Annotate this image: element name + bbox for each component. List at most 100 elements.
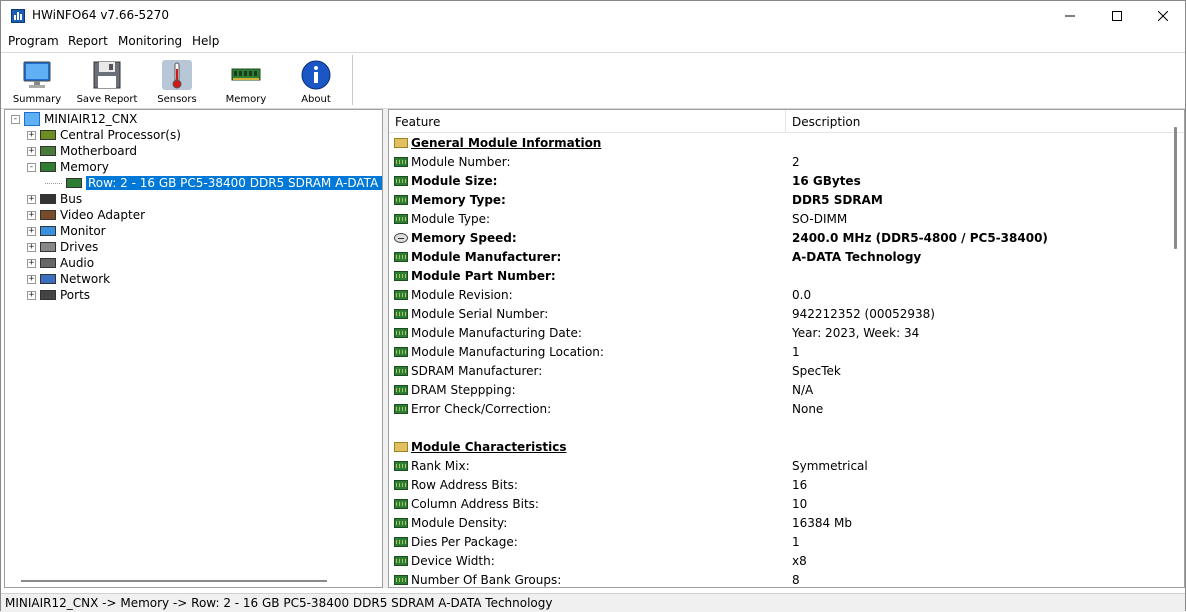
description-cell: 10 bbox=[792, 497, 808, 511]
about-button[interactable]: About bbox=[282, 57, 350, 105]
table-row[interactable]: Device Width: x8 bbox=[389, 552, 1169, 571]
table-row[interactable]: Module Serial Number: 942212352 (00052938… bbox=[389, 305, 1169, 324]
tree-node[interactable]: - Memory bbox=[27, 159, 109, 175]
table-row[interactable]: Module Number: 2 bbox=[389, 153, 1169, 172]
tree-node[interactable]: + Ports bbox=[27, 287, 90, 303]
details-list[interactable]: Feature Description General Module Infor… bbox=[388, 109, 1185, 588]
table-row[interactable]: Module Part Number: bbox=[389, 267, 1169, 286]
table-row[interactable]: Module Manufacturing Location: 1 bbox=[389, 343, 1169, 362]
feature-cell: Module Type: bbox=[411, 212, 491, 226]
sensors-label: Sensors bbox=[157, 94, 197, 105]
expand-icon[interactable]: + bbox=[27, 258, 36, 268]
memory-row-icon bbox=[394, 214, 408, 224]
table-row[interactable]: Module Density: 16384 Mb bbox=[389, 514, 1169, 533]
floppy-icon bbox=[93, 61, 121, 89]
table-row[interactable]: Module Manufacturer: A-DATA Technology bbox=[389, 248, 1169, 267]
tree-node[interactable]: + Video Adapter bbox=[27, 207, 145, 223]
feature-cell: Memory Speed: bbox=[411, 231, 517, 245]
feature-cell: Memory Type: bbox=[411, 193, 506, 207]
description-cell: A-DATA Technology bbox=[792, 250, 922, 264]
tree-node-label: Monitor bbox=[60, 224, 106, 238]
column-header-description[interactable]: Description bbox=[792, 115, 860, 129]
tree-node[interactable]: + Monitor bbox=[27, 223, 106, 239]
expand-icon[interactable]: + bbox=[27, 194, 36, 204]
menu-report[interactable]: Report bbox=[68, 34, 108, 48]
menu-help[interactable]: Help bbox=[192, 34, 219, 48]
description-cell: DDR5 SDRAM bbox=[792, 193, 883, 207]
column-divider[interactable] bbox=[785, 110, 786, 132]
tree-node-label: Drives bbox=[60, 240, 99, 254]
table-row[interactable]: Module Manufacturing Date: Year: 2023, We… bbox=[389, 324, 1169, 343]
expand-icon[interactable]: + bbox=[27, 210, 36, 220]
table-row[interactable]: Column Address Bits: 10 bbox=[389, 495, 1169, 514]
feature-cell: SDRAM Manufacturer: bbox=[411, 364, 543, 378]
expand-icon[interactable]: + bbox=[27, 274, 36, 284]
table-row[interactable]: Dies Per Package: 1 bbox=[389, 533, 1169, 552]
tree-node[interactable]: + Bus bbox=[27, 191, 82, 207]
column-header-feature[interactable]: Feature bbox=[395, 115, 440, 129]
summary-button[interactable]: Summary bbox=[3, 57, 71, 105]
memory-row-icon bbox=[394, 556, 408, 566]
info-icon bbox=[301, 60, 331, 90]
table-row[interactable]: Module Size: 16 GBytes bbox=[389, 172, 1169, 191]
maximize-button[interactable] bbox=[1094, 1, 1140, 31]
table-row[interactable]: Memory Type: DDR5 SDRAM bbox=[389, 191, 1169, 210]
feature-cell: General Module Information bbox=[411, 136, 602, 150]
feature-cell: Module Revision: bbox=[411, 288, 513, 302]
tree-root[interactable]: - MINIAIR12_CNX bbox=[11, 111, 137, 127]
table-row[interactable]: Number Of Bank Groups: 8 bbox=[389, 571, 1169, 587]
table-row[interactable]: Memory Speed: 2400.0 MHz (DDR5-4800 / PC5… bbox=[389, 229, 1169, 248]
description-cell: 1 bbox=[792, 535, 800, 549]
menu-monitoring[interactable]: Monitoring bbox=[118, 34, 182, 48]
description-cell: 1 bbox=[792, 345, 800, 359]
expand-icon[interactable]: + bbox=[27, 130, 36, 140]
tree-node[interactable]: + Drives bbox=[27, 239, 98, 255]
thermometer-icon bbox=[162, 60, 192, 90]
expand-icon[interactable]: + bbox=[27, 242, 36, 252]
description-cell: 2400.0 MHz (DDR5-4800 / PC5-38400) bbox=[792, 231, 1048, 245]
network-icon bbox=[40, 274, 56, 284]
port-icon bbox=[40, 290, 56, 300]
memory-row-icon bbox=[394, 404, 408, 414]
section-header[interactable]: General Module Information bbox=[389, 134, 1169, 153]
list-vertical-scrollbar[interactable] bbox=[1174, 127, 1177, 249]
memory-row-icon bbox=[394, 480, 408, 490]
tree-node[interactable]: + Motherboard bbox=[27, 143, 137, 159]
menu-program[interactable]: Program bbox=[8, 34, 59, 48]
close-button[interactable] bbox=[1140, 1, 1186, 31]
table-row[interactable] bbox=[389, 419, 1169, 438]
section-book-icon bbox=[394, 442, 408, 452]
save-report-button[interactable]: Save Report bbox=[73, 57, 141, 105]
collapse-icon[interactable]: - bbox=[27, 162, 36, 172]
table-row[interactable]: Error Check/Correction: None bbox=[389, 400, 1169, 419]
tree-node[interactable]: + Audio bbox=[27, 255, 94, 271]
memory-row-icon bbox=[394, 347, 408, 357]
memory-button[interactable]: Memory bbox=[212, 57, 280, 105]
table-row[interactable]: Module Revision: 0.0 bbox=[389, 286, 1169, 305]
table-row[interactable]: Row Address Bits: 16 bbox=[389, 476, 1169, 495]
feature-cell: Module Number: bbox=[411, 155, 511, 169]
memory-row-icon bbox=[394, 252, 408, 262]
sensors-button[interactable]: Sensors bbox=[143, 57, 211, 105]
feature-cell: Module Part Number: bbox=[411, 269, 556, 283]
section-header[interactable]: Module Characteristics bbox=[389, 438, 1169, 457]
tree-horizontal-scrollbar[interactable] bbox=[21, 580, 327, 582]
feature-cell: Module Manufacturing Location: bbox=[411, 345, 604, 359]
minimize-button[interactable] bbox=[1047, 1, 1093, 31]
expand-icon[interactable]: + bbox=[27, 146, 36, 156]
tree-node[interactable]: + Network bbox=[27, 271, 110, 287]
expand-icon[interactable]: + bbox=[27, 226, 36, 236]
status-bar: MINIAIR12_CNX -> Memory -> Row: 2 - 16 G… bbox=[1, 593, 1185, 612]
memory-row-icon bbox=[394, 499, 408, 509]
table-row[interactable]: SDRAM Manufacturer: SpecTek bbox=[389, 362, 1169, 381]
table-row[interactable]: Rank Mix: Symmetrical bbox=[389, 457, 1169, 476]
tree-node[interactable]: Row: 2 - 16 GB PC5-38400 DDR5 SDRAM A-DA… bbox=[45, 175, 382, 191]
device-tree[interactable]: - MINIAIR12_CNX + Central Processor(s) + Mo… bbox=[4, 109, 383, 588]
description-cell: N/A bbox=[792, 383, 814, 397]
table-row[interactable]: Module Type: SO-DIMM bbox=[389, 210, 1169, 229]
tree-node[interactable]: + Central Processor(s) bbox=[27, 127, 181, 143]
expand-icon[interactable]: + bbox=[27, 290, 36, 300]
collapse-icon[interactable]: - bbox=[11, 114, 20, 124]
feature-cell: Error Check/Correction: bbox=[411, 402, 552, 416]
table-row[interactable]: DRAM Steppping: N/A bbox=[389, 381, 1169, 400]
